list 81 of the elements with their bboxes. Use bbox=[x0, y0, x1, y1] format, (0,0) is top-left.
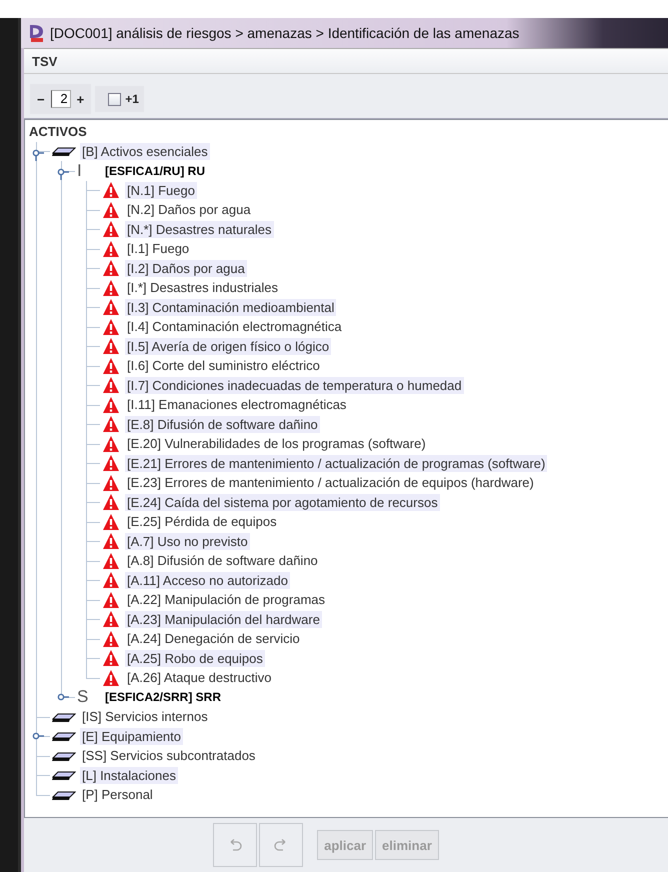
warning-icon bbox=[102, 337, 120, 356]
tree-item[interactable]: [I.5] Avería de origen físico o lógico bbox=[125, 338, 332, 355]
slab-icon bbox=[52, 788, 76, 801]
tree-item[interactable]: [E.21] Errores de mantenimiento / actualización de programas (software) bbox=[125, 454, 548, 472]
warning-icon bbox=[102, 318, 120, 336]
tree-item[interactable]: [E.24] Caída del sistema por agotamiento de recursos bbox=[125, 494, 440, 511]
tree-item[interactable]: [A.23] Manipulación del hardware bbox=[125, 610, 322, 628]
tree-item[interactable]: [I.2] Daños por agua bbox=[125, 260, 247, 277]
slab-icon bbox=[52, 750, 76, 762]
tree-item[interactable]: [I.3] Contaminación medioambiental bbox=[125, 298, 336, 316]
slab-icon bbox=[52, 145, 76, 158]
tree-item[interactable]: [IS] Servicios internos bbox=[80, 708, 210, 726]
warning-icon bbox=[102, 259, 120, 278]
tree-item[interactable]: [I.6] Corte del suministro eléctrico bbox=[125, 357, 322, 374]
tree-item[interactable]: [E.20] Vulnerabilidades de los programas (software) bbox=[125, 435, 428, 452]
asset-marker: S bbox=[77, 687, 90, 708]
tree-item[interactable]: [B] Activos esenciales bbox=[80, 142, 210, 160]
warning-icon bbox=[102, 590, 120, 609]
warning-icon bbox=[102, 200, 120, 219]
warning-icon bbox=[102, 415, 120, 434]
tree-item[interactable]: [I.4] Contaminación electromagnética bbox=[125, 318, 344, 336]
warning-icon bbox=[102, 474, 120, 492]
warning-icon bbox=[102, 240, 120, 258]
asset-marker: I bbox=[77, 160, 83, 181]
tree-item[interactable]: [SS] Servicios subcontratados bbox=[80, 747, 258, 764]
warning-icon bbox=[102, 493, 120, 512]
warning-icon bbox=[102, 181, 120, 200]
tree-item[interactable]: [L] Instalaciones bbox=[80, 766, 178, 784]
tree-item[interactable]: [E.8] Difusión de software dañino bbox=[125, 416, 320, 433]
warning-icon bbox=[102, 610, 120, 628]
tree-item[interactable]: [I.*] Desastres industriales bbox=[125, 279, 280, 296]
tree-item[interactable]: [A.11] Acceso no autorizado bbox=[125, 572, 290, 589]
warning-icon bbox=[102, 434, 120, 453]
warning-icon bbox=[102, 649, 120, 668]
tree-item[interactable]: [ESFICA1/RU] RU bbox=[103, 162, 208, 179]
warning-icon bbox=[102, 220, 120, 238]
tree-item[interactable]: [P] Personal bbox=[80, 786, 155, 804]
warning-icon bbox=[102, 630, 120, 648]
warning-icon bbox=[102, 571, 120, 590]
tree-item[interactable]: [E.25] Pérdida de equipos bbox=[125, 513, 279, 530]
tree-item[interactable]: [I.11] Emanaciones electromagnéticas bbox=[125, 396, 348, 414]
checkbox[interactable] bbox=[108, 92, 122, 106]
tree-item[interactable]: [I.7] Condiciones inadecuadas de temperatura o humedad bbox=[125, 376, 464, 394]
warning-icon bbox=[102, 356, 120, 375]
expand-handle-icon[interactable] bbox=[57, 166, 69, 180]
window-title: [DOC001] análisis de riesgos > amenazas > Identificación de las amenazas bbox=[50, 25, 520, 41]
tree-item[interactable]: ACTIVOS bbox=[27, 123, 89, 140]
tree-item[interactable]: [I.1] Fuego bbox=[125, 240, 192, 258]
tree-item[interactable]: [N.1] Fuego bbox=[125, 182, 197, 199]
warning-icon bbox=[102, 278, 120, 297]
warning-icon bbox=[102, 668, 120, 687]
slab-icon bbox=[52, 710, 76, 723]
checkbox-label[interactable]: +1 bbox=[125, 92, 139, 106]
warning-icon bbox=[102, 552, 120, 570]
warning-icon bbox=[102, 512, 120, 531]
expand-handle-icon[interactable] bbox=[32, 146, 44, 160]
warning-icon bbox=[102, 454, 120, 472]
tree-item[interactable]: [ESFICA2/SRR] SRR bbox=[103, 689, 224, 706]
warning-icon bbox=[102, 298, 120, 316]
decrease-button[interactable]: − bbox=[35, 92, 47, 106]
warning-icon bbox=[102, 376, 120, 394]
app-logo-icon bbox=[29, 24, 45, 42]
tree-item[interactable]: [N.2] Daños por agua bbox=[125, 201, 253, 218]
tree-item[interactable]: [A.7] Uso no previsto bbox=[125, 532, 250, 550]
collapse-handle-icon[interactable] bbox=[32, 732, 44, 740]
level-field[interactable]: 2 bbox=[50, 90, 71, 108]
tree-item[interactable]: [E.23] Errores de mantenimiento / actualización de equipos (hardware) bbox=[125, 474, 536, 492]
tree-item[interactable]: [A.26] Ataque destructivo bbox=[125, 669, 274, 686]
slab-icon bbox=[52, 730, 76, 742]
tree-item[interactable]: [N.*] Desastres naturales bbox=[125, 220, 274, 238]
increase-button[interactable]: + bbox=[74, 92, 86, 106]
tree-item[interactable]: [A.22] Manipulación de programas bbox=[125, 591, 328, 608]
tree-item[interactable]: [A.24] Denegación de servicio bbox=[125, 630, 302, 648]
warning-icon bbox=[102, 396, 120, 414]
tree-item[interactable]: [A.8] Difusión de software dañino bbox=[125, 552, 320, 570]
collapse-handle-icon[interactable] bbox=[57, 692, 69, 700]
menu-item[interactable]: TSV bbox=[32, 54, 58, 68]
tree-item[interactable]: [A.25] Robo de equipos bbox=[125, 650, 265, 667]
warning-icon bbox=[102, 532, 120, 550]
tree-item[interactable]: [E] Equipamiento bbox=[80, 728, 184, 745]
slab-icon bbox=[52, 769, 76, 782]
